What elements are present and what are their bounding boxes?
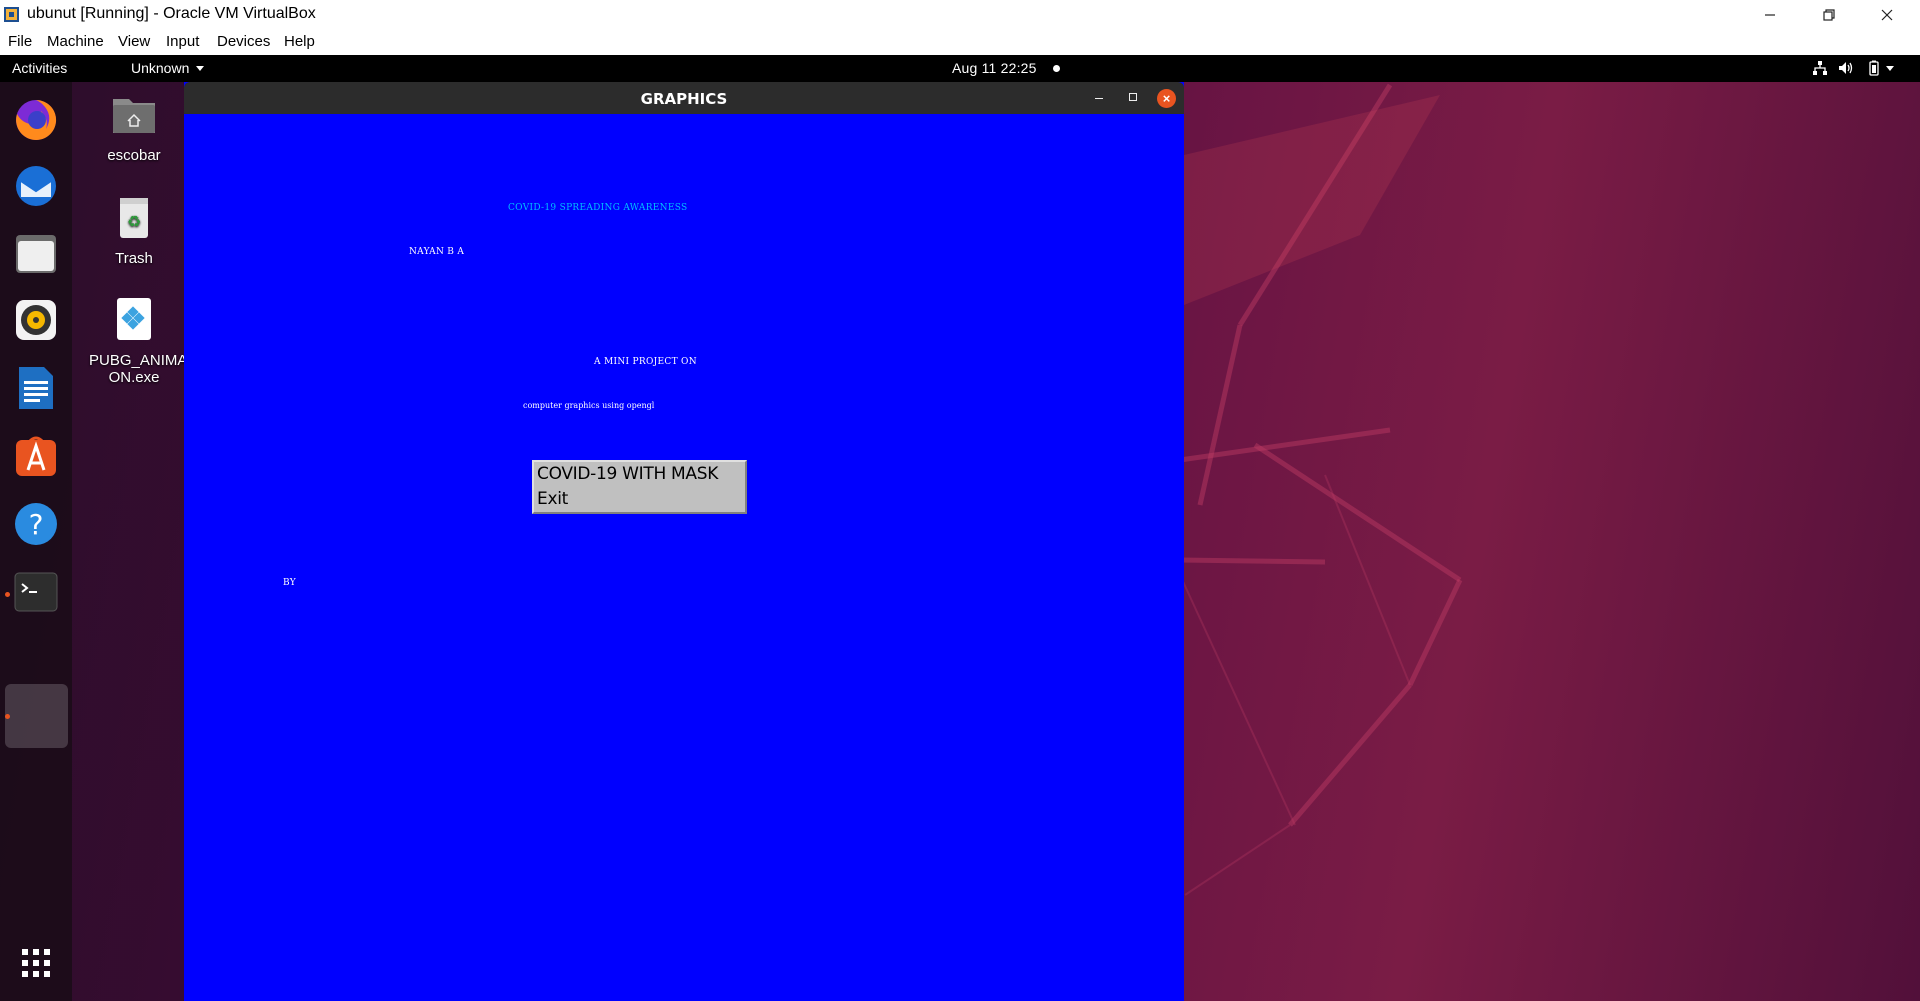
menu-devices[interactable]: Devices (217, 33, 270, 50)
vbox-menubar: File Machine View Input Devices Help (0, 29, 1920, 55)
opengl-canvas[interactable]: COVID-19 SPREADING AWARENESS NAYAN B A A… (184, 114, 1184, 1001)
system-menu-chevron-icon[interactable] (1886, 66, 1894, 71)
trash-icon: ♻ (120, 198, 148, 238)
menu-item-covid-with-mask[interactable]: COVID-19 WITH MASK (537, 464, 718, 484)
author-name-text: NAYAN B A (409, 247, 465, 257)
svg-text:♻: ♻ (127, 212, 141, 231)
graphics-close-icon[interactable]: × (1157, 89, 1176, 108)
graphics-titlebar[interactable]: GRAPHICS × (184, 82, 1184, 114)
subtitle-text: A MINI PROJECT ON (594, 357, 697, 367)
desktop-icon-label: PUBG_ANIMAI-ON.exe (89, 352, 197, 386)
desktop-icon-label: Trash (115, 250, 153, 267)
network-icon[interactable] (1812, 60, 1828, 76)
dock-files[interactable] (12, 230, 60, 278)
window-title: ubunut [Running] - Oracle VM VirtualBox (27, 5, 316, 22)
home-folder-icon (113, 99, 155, 133)
software-icon (16, 436, 56, 476)
topic-text: computer graphics using opengl (523, 401, 655, 410)
menu-input[interactable]: Input (166, 33, 199, 50)
desktop-icon-exe[interactable]: PUBG_ANIMAI-ON.exe (89, 296, 197, 386)
virtualbox-app-icon (4, 7, 19, 22)
dock: ? (0, 82, 72, 1001)
heading-text: COVID-19 SPREADING AWARENESS (508, 203, 688, 213)
svg-text:?: ? (29, 508, 44, 541)
terminal-icon (14, 572, 58, 612)
graphics-maximize-icon[interactable] (1129, 93, 1137, 101)
graphics-window-title: GRAPHICS (640, 90, 728, 108)
clock[interactable]: Aug 11 22:25 (952, 60, 1037, 76)
dock-active-app[interactable] (5, 684, 68, 748)
activities-button[interactable]: Activities (12, 60, 67, 76)
close-button[interactable] (1864, 0, 1910, 29)
dock-thunderbird[interactable] (12, 162, 60, 210)
restore-button[interactable] (1806, 0, 1852, 29)
dock-help[interactable]: ? (12, 500, 60, 548)
chevron-down-icon (196, 66, 204, 71)
minimize-button[interactable] (1747, 0, 1793, 29)
rhythmbox-icon (16, 300, 56, 340)
close-icon (1881, 9, 1893, 20)
glut-popup-menu: COVID-19 WITH MASK Exit (532, 460, 747, 514)
desktop-icon-home[interactable]: escobar (89, 91, 179, 164)
notification-dot-icon (1053, 65, 1060, 72)
writer-icon (19, 367, 53, 409)
vbox-titlebar: ubunut [Running] - Oracle VM VirtualBox (0, 0, 1920, 29)
app-menu-label[interactable]: Unknown (131, 60, 189, 76)
menu-file[interactable]: File (8, 33, 32, 50)
minimize-icon (1765, 13, 1775, 16)
desktop-icon-label: escobar (107, 147, 161, 164)
dock-software[interactable] (12, 432, 60, 480)
menu-view[interactable]: View (118, 33, 150, 50)
restore-icon (1823, 8, 1835, 21)
running-indicator (5, 592, 10, 597)
gnome-topbar: Activities Unknown Aug 11 22:25 (0, 55, 1920, 82)
thunderbird-icon (16, 166, 56, 206)
menu-machine[interactable]: Machine (47, 33, 104, 50)
dock-terminal[interactable] (12, 568, 60, 616)
graphics-window: GRAPHICS × COVID-19 SPREADING AWARENESS … (184, 82, 1184, 1001)
by-text: BY (283, 578, 296, 588)
files-icon (16, 235, 56, 273)
show-apps-icon (22, 949, 50, 977)
graphics-minimize-icon[interactable] (1095, 98, 1103, 99)
help-icon: ? (15, 503, 57, 545)
dock-firefox[interactable] (12, 96, 60, 144)
firefox-icon (16, 99, 57, 140)
guest-display: Activities Unknown Aug 11 22:25 ? escoba… (0, 55, 1920, 1001)
battery-icon[interactable] (1866, 60, 1882, 76)
dock-show-apps[interactable] (12, 939, 60, 987)
menu-help[interactable]: Help (284, 33, 315, 50)
volume-icon[interactable] (1838, 60, 1854, 76)
dock-writer[interactable] (12, 364, 60, 412)
dock-rhythmbox[interactable] (12, 296, 60, 344)
running-indicator (5, 714, 10, 719)
desktop-icon-trash[interactable]: ♻ Trash (89, 194, 179, 267)
menu-item-exit[interactable]: Exit (537, 489, 568, 509)
exe-file-icon (117, 298, 151, 340)
